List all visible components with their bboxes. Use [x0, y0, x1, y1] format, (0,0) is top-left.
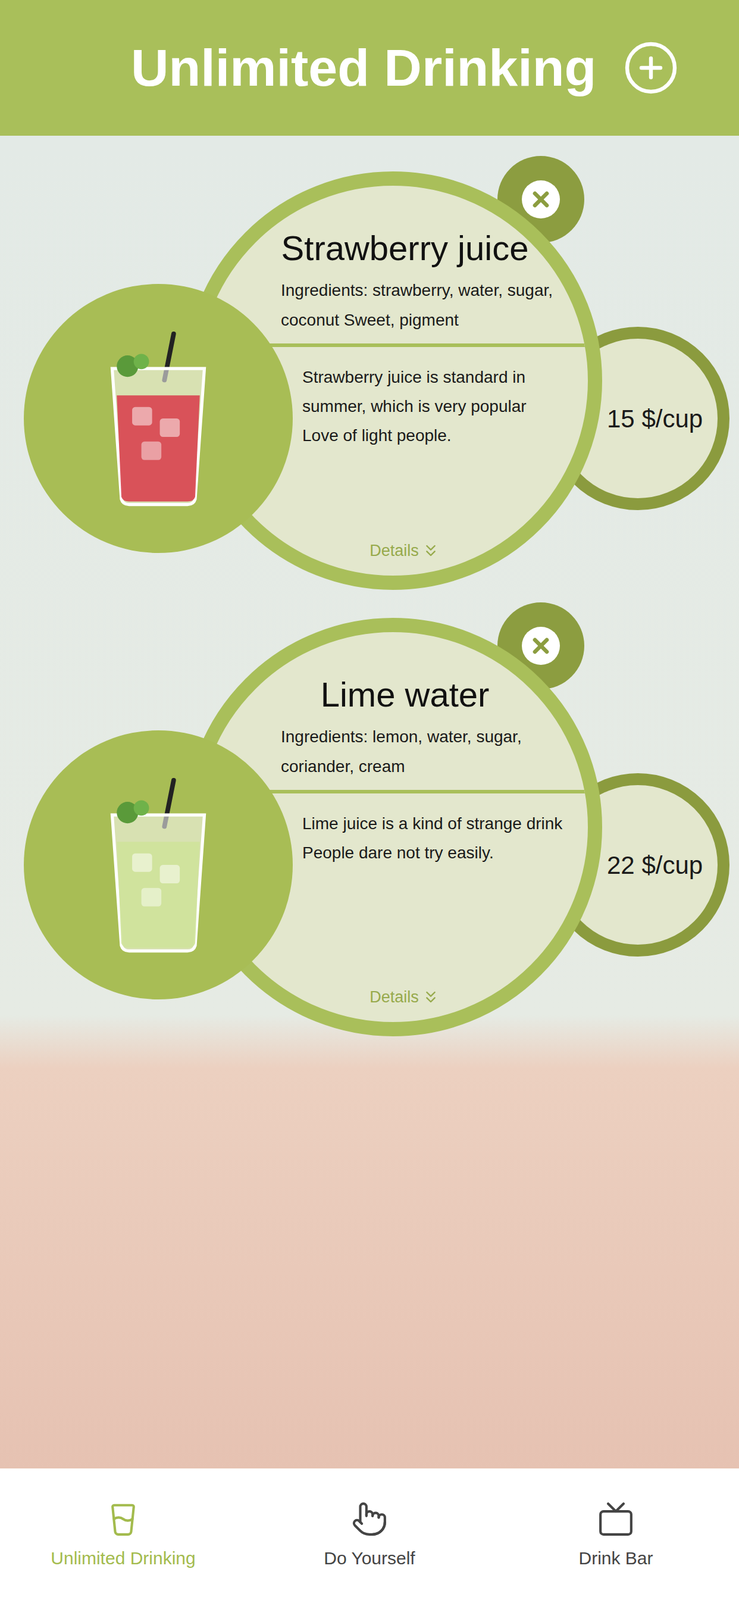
- close-icon: [528, 633, 553, 658]
- tab-label: Drink Bar: [578, 1544, 653, 1571]
- tab-item[interactable]: Unlimited Drinking: [0, 1467, 247, 1600]
- details-link[interactable]: Details: [198, 538, 588, 576]
- drink-picture-icon: [80, 326, 236, 511]
- price-text: 22 $/cup: [606, 846, 703, 884]
- tab-bar: Unlimited Drinking Do Yourself Drink Bar: [0, 1467, 739, 1600]
- tab-item[interactable]: Drink Bar: [492, 1467, 739, 1600]
- drink-card: 15 $/cupStrawberry juiceIngredients: str…: [0, 171, 739, 590]
- tab-label: Do Yourself: [323, 1544, 415, 1571]
- close-icon: [528, 187, 553, 212]
- tab-item[interactable]: Do Yourself: [246, 1467, 493, 1600]
- header: Unlimited Drinking: [0, 0, 739, 136]
- chevrons-down-icon: [421, 540, 441, 560]
- drink-picture-icon: [80, 772, 236, 957]
- tab-label: Unlimited Drinking: [50, 1544, 196, 1571]
- price-text: 15 $/cup: [606, 399, 703, 438]
- tab-icon: [104, 1500, 142, 1537]
- app: Unlimited Drinking 15 $/cupStrawberry jui…: [0, 0, 739, 1600]
- details-link[interactable]: Details: [198, 984, 588, 1023]
- drink-image-circle: [23, 730, 293, 1000]
- drink-list: 15 $/cupStrawberry juiceIngredients: str…: [0, 135, 739, 1468]
- drink-image-circle: [23, 283, 293, 553]
- tab-icon: [351, 1500, 388, 1537]
- chevrons-down-icon: [421, 987, 441, 1007]
- add-icon[interactable]: [622, 39, 680, 97]
- drink-card: 22 $/cupLime waterIngredients: lemon, wa…: [0, 617, 739, 1036]
- tab-icon: [597, 1500, 635, 1537]
- header-title: Unlimited Drinking: [130, 28, 597, 108]
